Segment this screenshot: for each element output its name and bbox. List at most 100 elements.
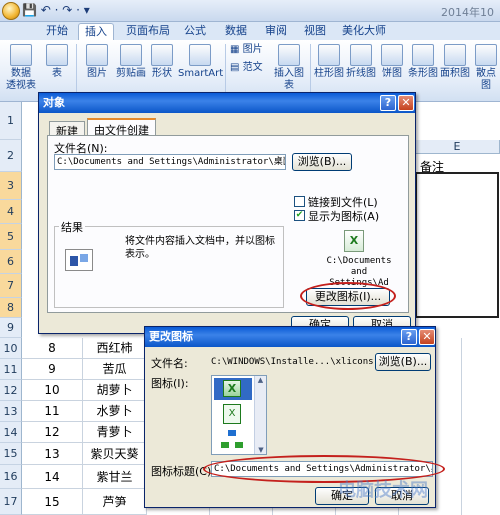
column-header-e[interactable]: E — [415, 140, 500, 154]
small-picture-button[interactable]: ▦ 图片 — [230, 44, 266, 56]
result-text: 将文件内容插入文档中，并以图标表示。 — [125, 236, 275, 260]
cell-name[interactable]: 苦瓜 — [83, 359, 147, 380]
row-header[interactable]: 4 — [0, 200, 22, 224]
row-header[interactable]: 9 — [0, 318, 22, 338]
cell-index[interactable]: 8 — [22, 338, 83, 359]
tab-insert[interactable]: 插入 — [78, 23, 114, 40]
row-header[interactable]: 11 — [0, 359, 22, 380]
cell-index[interactable]: 13 — [22, 443, 83, 465]
cell-index[interactable]: 14 — [22, 465, 83, 489]
row-header[interactable]: 7 — [0, 274, 22, 298]
column-chart-button[interactable]: 柱形图 — [314, 44, 344, 80]
scatter-chart-button[interactable]: 散点图 — [472, 44, 500, 92]
row-header[interactable]: 12 — [0, 380, 22, 401]
help-button[interactable]: ? — [401, 329, 417, 345]
tab-meihua[interactable]: 美化大师 — [336, 23, 392, 40]
cell-name[interactable]: 紫甘兰 — [83, 465, 147, 489]
cell-name[interactable]: 紫贝天葵 — [83, 443, 147, 465]
row-header[interactable]: 5 — [0, 224, 22, 250]
row-header[interactable]: 14 — [0, 422, 22, 443]
area-chart-icon — [444, 44, 466, 66]
selected-range[interactable] — [415, 172, 499, 318]
shapes-icon — [151, 44, 173, 66]
cell-name[interactable]: 西红柿 — [83, 338, 147, 359]
row-header[interactable]: 1 — [0, 102, 22, 140]
icon-list[interactable]: X X ▲ ▼ — [211, 375, 267, 455]
office-button[interactable] — [2, 2, 20, 20]
browse-button[interactable]: 浏览(B)... — [292, 153, 352, 171]
picture-button[interactable]: 图片 — [82, 44, 112, 80]
tab-review[interactable]: 审阅 — [259, 23, 293, 40]
pie-chart-button[interactable]: 饼图 — [378, 44, 406, 80]
fanwen-button[interactable]: ▤ 范文 — [230, 62, 270, 74]
row-header[interactable]: 13 — [0, 401, 22, 422]
insert-chart-icon — [278, 44, 300, 66]
clipart-button[interactable]: 剪贴画 — [114, 44, 148, 80]
title-bar: 💾 ↶ · ↷ · ▾ 2014年10 — [0, 0, 500, 22]
table-icon — [46, 44, 68, 66]
tab-page-layout[interactable]: 页面布局 — [120, 23, 176, 40]
tab-home[interactable]: 开始 — [40, 23, 74, 40]
object-dialog-title: 对象 — [39, 93, 415, 113]
selected-icon[interactable]: X — [214, 378, 252, 400]
row-header[interactable]: 10 — [0, 338, 22, 359]
window-title: 2014年10 — [441, 6, 494, 19]
row-header[interactable]: 8 — [0, 298, 22, 318]
tab-view[interactable]: 视图 — [298, 23, 332, 40]
cell-index[interactable]: 15 — [22, 489, 83, 515]
tab-panel: 文件名(N): C:\Documents and Settings\Admini… — [47, 135, 409, 313]
bar-chart-icon — [412, 44, 434, 66]
tab-data[interactable]: 数据 — [219, 23, 253, 40]
browse-button[interactable]: 浏览(B)... — [375, 353, 431, 371]
line-chart-button[interactable]: 折线图 — [346, 44, 376, 80]
quick-access-toolbar[interactable]: 💾 ↶ · ↷ · ▾ — [22, 3, 90, 17]
smartart-icon — [189, 44, 211, 66]
link-to-file-checkbox[interactable] — [294, 196, 305, 207]
shapes-button[interactable]: 形状 — [148, 44, 176, 80]
annotation-ring — [300, 282, 396, 310]
row-header[interactable]: 16 — [0, 465, 22, 489]
clipart-icon — [120, 44, 142, 66]
filename-value: C:\WINDOWS\Installe...\xlicons.exe — [211, 357, 396, 367]
help-button[interactable]: ? — [380, 95, 396, 111]
watermark: 电脑技术网 — [338, 480, 428, 501]
cell-name[interactable]: 青萝卜 — [83, 422, 147, 443]
close-button[interactable]: ✕ — [419, 329, 435, 345]
cell-index[interactable]: 9 — [22, 359, 83, 380]
cell-index[interactable]: 11 — [22, 401, 83, 422]
cell-index[interactable]: 10 — [22, 380, 83, 401]
display-as-icon-checkbox[interactable]: ✔ — [294, 210, 305, 221]
column-chart-icon — [318, 44, 340, 66]
line-chart-icon — [350, 44, 372, 66]
close-button[interactable]: ✕ — [398, 95, 414, 111]
row-header[interactable]: 17 — [0, 489, 22, 515]
cell-name[interactable]: 芦笋 — [83, 489, 147, 515]
table-button[interactable]: 表 — [44, 44, 70, 80]
pie-chart-icon — [381, 44, 403, 66]
cell-index[interactable]: 12 — [22, 422, 83, 443]
area-chart-button[interactable]: 面积图 — [440, 44, 470, 80]
insert-chart-button[interactable]: 插入图表 — [270, 44, 308, 92]
ribbon-separator — [225, 44, 226, 96]
row-header[interactable]: 6 — [0, 250, 22, 274]
icon-list-scrollbar[interactable]: ▲ ▼ — [254, 376, 266, 454]
filename-input[interactable]: C:\Documents and Settings\Administrator\… — [54, 154, 286, 170]
pivot-table-button[interactable]: 数据 透视表 — [4, 44, 38, 92]
picture-icon — [86, 44, 108, 66]
display-as-icon-label: 显示为图标(A) — [308, 210, 380, 223]
result-group: 结果 将文件内容插入文档中，并以图标表示。 — [54, 219, 284, 308]
pivot-table-icon — [10, 44, 32, 66]
change-icon-dialog-title: 更改图标 — [145, 327, 435, 347]
ribbon-separator — [310, 44, 311, 96]
row-header[interactable]: 2 — [0, 140, 22, 172]
cell-name[interactable]: 水萝卜 — [83, 401, 147, 422]
tab-formulas[interactable]: 公式 — [178, 23, 212, 40]
excel-doc-icon[interactable]: X — [223, 404, 241, 424]
cell-name[interactable]: 胡萝卜 — [83, 380, 147, 401]
network-icon[interactable] — [221, 430, 243, 450]
ribbon-tabs: 开始 插入 页面布局 公式 数据 审阅 视图 美化大师 — [0, 22, 500, 40]
smartart-button[interactable]: SmartArt — [178, 44, 223, 80]
row-header[interactable]: 3 — [0, 172, 22, 200]
row-header[interactable]: 15 — [0, 443, 22, 465]
bar-chart-button[interactable]: 条形图 — [408, 44, 438, 80]
